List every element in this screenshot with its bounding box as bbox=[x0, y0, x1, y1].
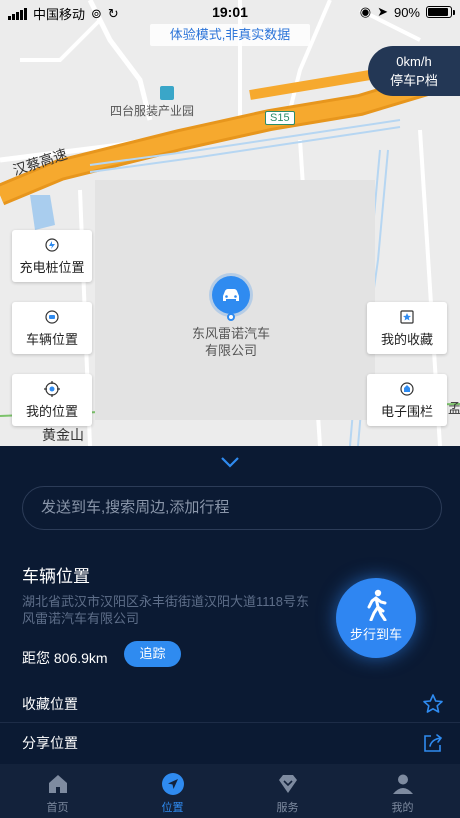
vehicle-address: 湖北省武汉市汉阳区永丰街街道汉阳大道1118号东风雷诺汽车有限公司 bbox=[22, 594, 309, 626]
vehicle-status-box: 0km/h 停车P档 bbox=[368, 46, 460, 96]
vehicle-map-pin[interactable] bbox=[212, 276, 250, 314]
tab-location-label: 位置 bbox=[161, 802, 184, 814]
orientation-lock-icon: ◉ bbox=[359, 4, 372, 19]
share-location-row[interactable]: 分享位置 bbox=[0, 724, 460, 762]
my-location-label: 我的位置 bbox=[25, 404, 78, 419]
tab-home-label: 首页 bbox=[46, 802, 69, 814]
distance-label: 距您 bbox=[22, 650, 50, 666]
vehicle-location-label: 车辆位置 bbox=[25, 332, 78, 347]
charging-icon bbox=[45, 238, 59, 252]
my-favorites-label: 我的收藏 bbox=[380, 332, 433, 347]
share-icon bbox=[424, 734, 443, 752]
row-divider bbox=[0, 722, 460, 723]
demo-mode-banner: 体验模式,非真实数据 bbox=[150, 24, 310, 46]
search-input[interactable]: 发送到车,搜索周边,添加行程 bbox=[22, 486, 442, 530]
walk-to-car-label: 步行到车 bbox=[349, 627, 402, 642]
charging-station-button[interactable]: 充电桩位置 bbox=[12, 230, 92, 282]
star-icon bbox=[400, 310, 414, 324]
battery-percent: 90% bbox=[393, 4, 420, 20]
map-view[interactable]: 四台服装产业园 S15 汉蔡高速 米 黄金山 孟 体验模式,非真实数据 0km/… bbox=[0, 0, 460, 446]
user-icon bbox=[392, 774, 413, 794]
star-outline-icon bbox=[423, 694, 443, 713]
share-location-label: 分享位置 bbox=[22, 735, 78, 751]
favorite-location-row[interactable]: 收藏位置 bbox=[0, 685, 460, 723]
charging-station-label: 充电桩位置 bbox=[19, 260, 85, 275]
gear-status: 停车P档 bbox=[390, 73, 438, 88]
vehicle-info-panel: 发送到车,搜索周边,添加行程 车辆位置 湖北省武汉市汉阳区永丰街街道汉阳大道11… bbox=[0, 446, 460, 764]
vehicle-location-button[interactable]: 车辆位置 bbox=[12, 302, 92, 354]
chevron-down-icon[interactable] bbox=[220, 456, 240, 468]
location-arrow-icon: ➤ bbox=[377, 4, 388, 19]
distance-value: 806.9km bbox=[53, 650, 108, 666]
tab-mine-label: 我的 bbox=[391, 802, 414, 814]
walking-person-icon bbox=[367, 589, 387, 621]
favorite-location-label: 收藏位置 bbox=[22, 696, 78, 712]
bottom-tab-bar: 首页 位置 服务 我的 bbox=[0, 764, 460, 818]
park-icon bbox=[160, 86, 174, 100]
navigation-arrow-icon bbox=[161, 773, 184, 795]
my-favorites-button[interactable]: 我的收藏 bbox=[367, 302, 447, 354]
status-bar: 中国移动 ⊚ ↻ 19:01 ◉ ➤ 90% bbox=[0, 0, 460, 24]
tab-service-label: 服务 bbox=[276, 802, 299, 814]
map-label-bottom-left: 黄金山 bbox=[42, 427, 84, 443]
home-icon bbox=[48, 775, 67, 793]
geofence-icon bbox=[400, 382, 414, 396]
geofence-label: 电子围栏 bbox=[380, 404, 433, 419]
road-sign-s15: S15 bbox=[265, 111, 295, 125]
car-target-icon bbox=[45, 310, 59, 324]
pin-anchor bbox=[227, 313, 235, 321]
tab-location[interactable]: 位置 bbox=[115, 764, 230, 818]
distance-text: 距您 806.9km bbox=[22, 648, 108, 668]
pin-place-name: 东风雷诺汽车有限公司 bbox=[191, 326, 270, 358]
crosshair-icon bbox=[44, 381, 60, 397]
tab-home[interactable]: 首页 bbox=[0, 764, 115, 818]
tab-service[interactable]: 服务 bbox=[230, 764, 345, 818]
panel-title: 车辆位置 bbox=[22, 567, 90, 586]
tab-mine[interactable]: 我的 bbox=[345, 764, 460, 818]
car-icon bbox=[223, 289, 239, 301]
track-button[interactable]: 追踪 bbox=[124, 641, 181, 667]
speed-value: 0km/h bbox=[396, 54, 432, 69]
walk-to-car-button[interactable]: 步行到车 bbox=[336, 578, 416, 658]
battery-icon bbox=[426, 6, 455, 18]
diamond-icon bbox=[278, 775, 297, 793]
geofence-button[interactable]: 电子围栏 bbox=[367, 374, 447, 426]
map-label-park: 四台服装产业园 bbox=[110, 104, 195, 118]
my-location-button[interactable]: 我的位置 bbox=[12, 374, 92, 426]
map-label-right-bottom: 孟 bbox=[448, 401, 460, 416]
